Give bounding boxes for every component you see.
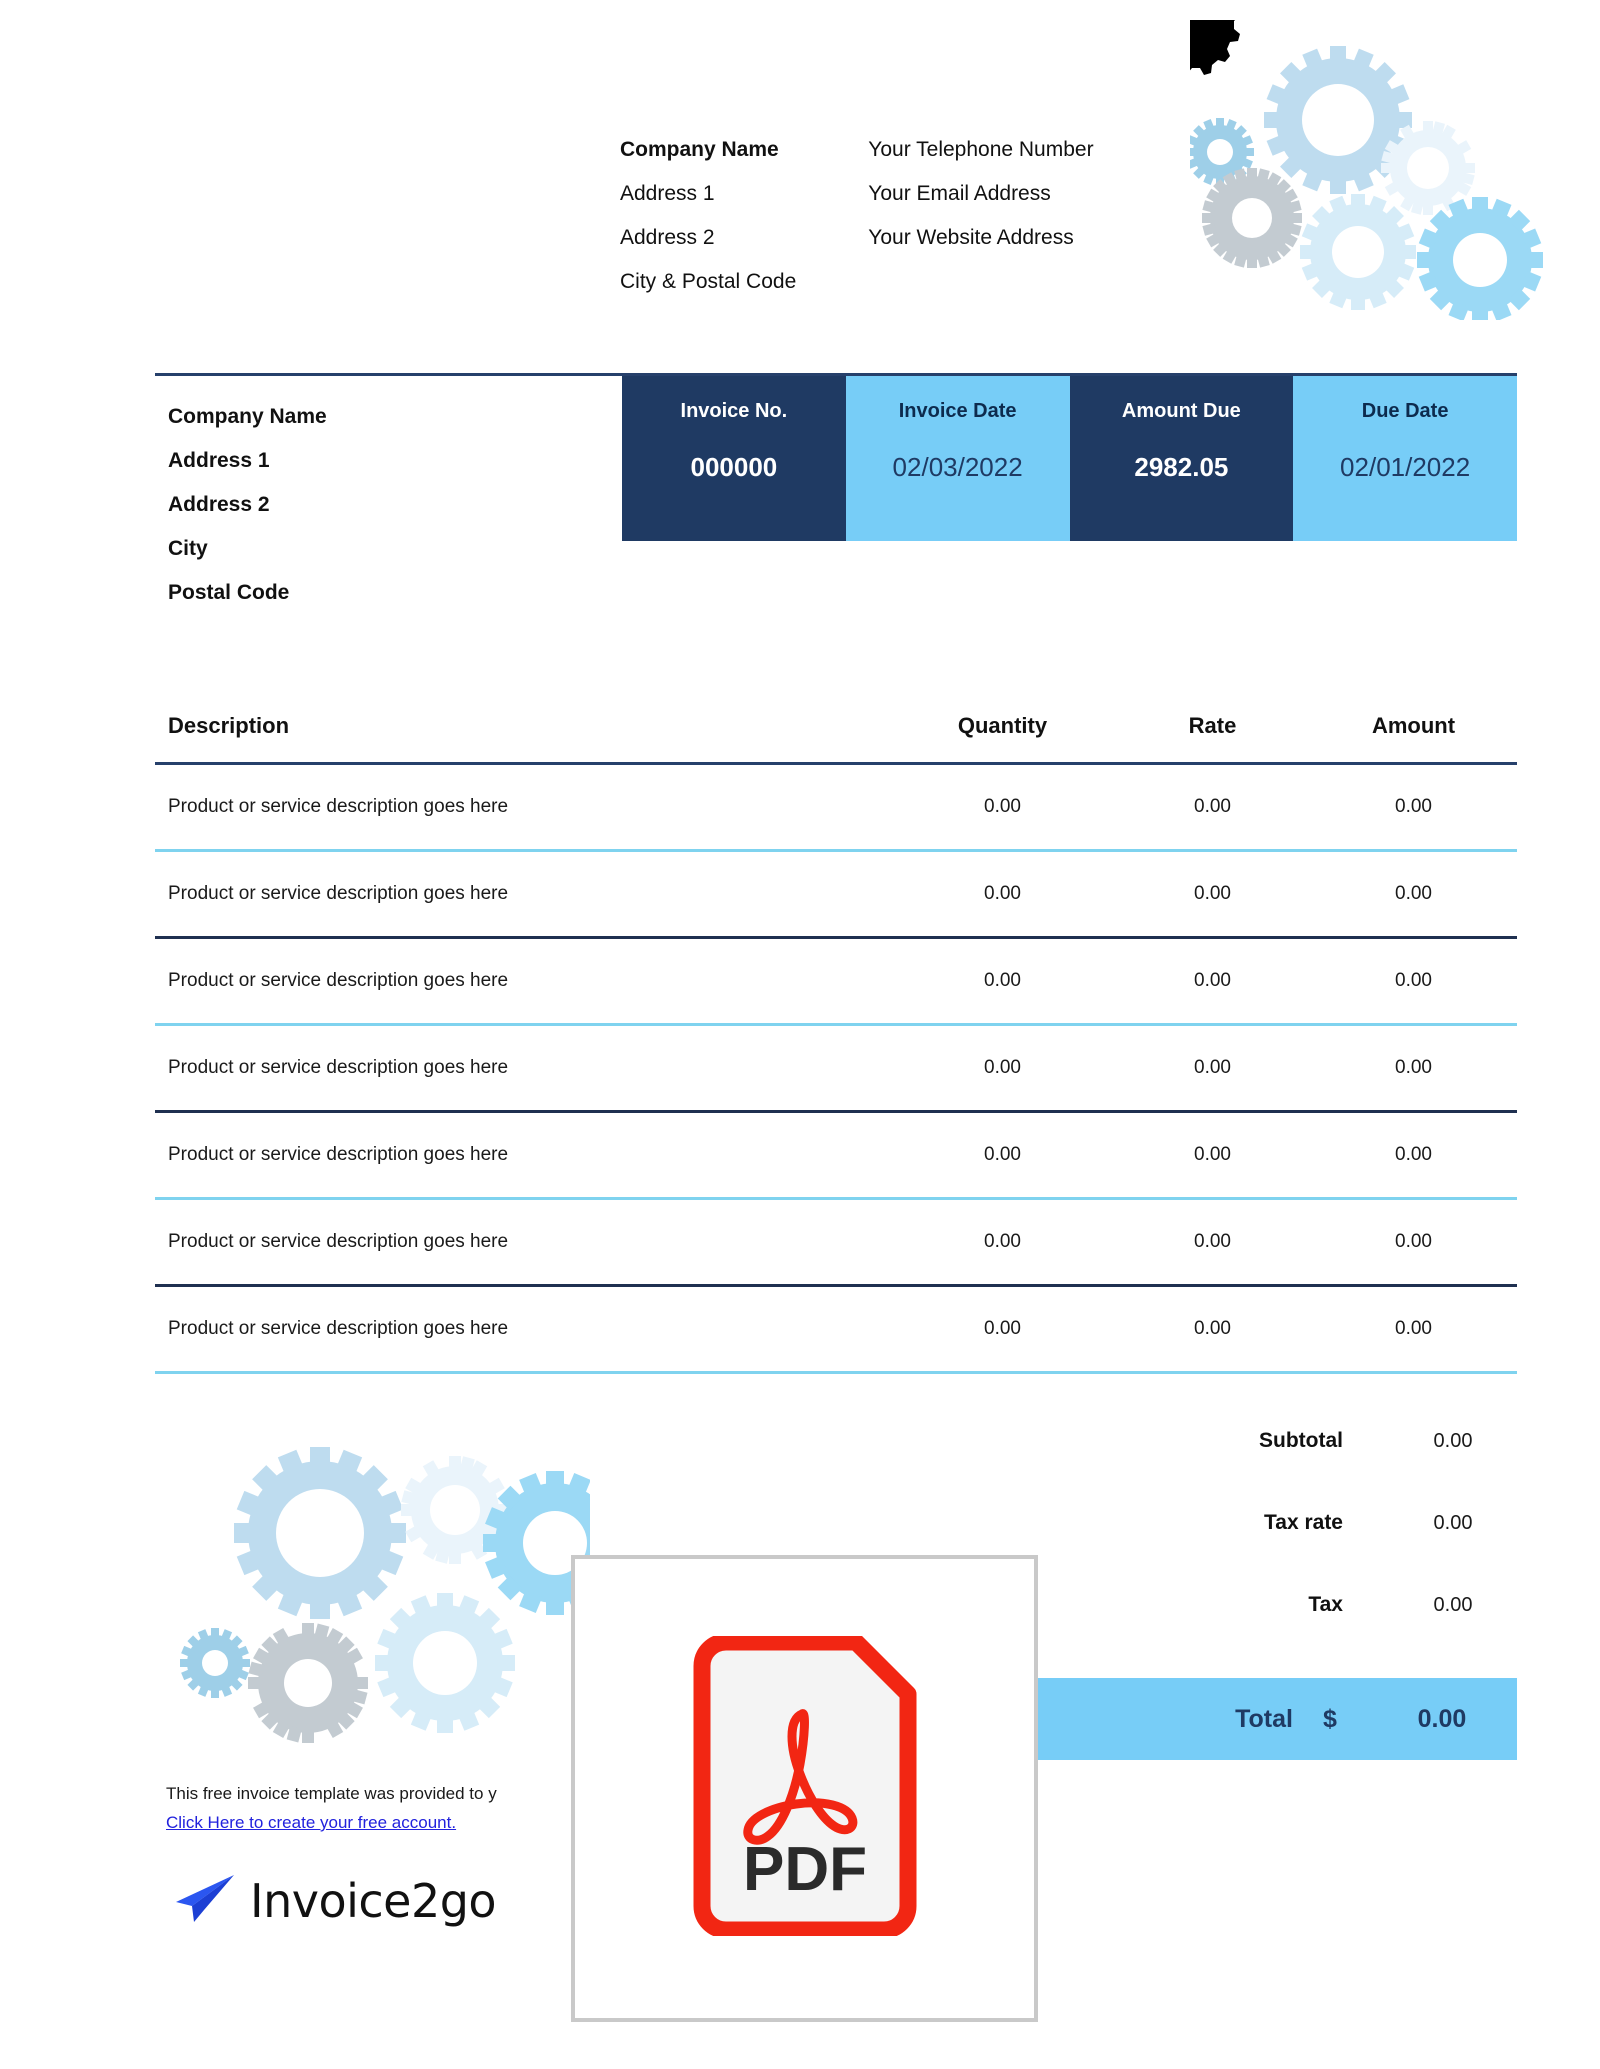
totals-value-tax: 0.00 xyxy=(1433,1593,1473,1616)
sender-address-1: Address 1 xyxy=(620,182,715,205)
totals-value-tax-rate: 0.00 xyxy=(1433,1511,1473,1534)
row-description: Product or service description goes here xyxy=(168,796,509,817)
row-rate: 0.00 xyxy=(1194,796,1231,817)
row-rate: 0.00 xyxy=(1194,883,1231,904)
table-header-row: Description Quantity Rate Amount xyxy=(155,690,1517,762)
meta-label-amount-due: Amount Due xyxy=(1121,400,1241,422)
gear-decoration-bottom-left xyxy=(160,1415,627,1745)
meta-label-due-date: Due Date xyxy=(1361,400,1449,422)
row-quantity: 0.00 xyxy=(984,970,1021,991)
row-quantity: 0.00 xyxy=(984,1144,1021,1165)
meta-cell-invoice-date: Invoice Date 02/03/2022 xyxy=(845,376,1070,541)
pdf-label: PDF xyxy=(743,1835,867,1904)
table-row: Product or service description goes here… xyxy=(155,765,1517,849)
meta-cell-invoice-no: Invoice No. 000000 xyxy=(622,376,846,541)
sender-city-postal: City & Postal Code xyxy=(620,270,797,293)
footer-note-text: This free invoice template was provided … xyxy=(166,1784,497,1803)
totals-row-tax: Tax 0.00 xyxy=(1035,1564,1517,1646)
column-header-rate: Rate xyxy=(1188,713,1237,738)
row-rate: 0.00 xyxy=(1194,1057,1231,1078)
billto-postal-code: Postal Code xyxy=(168,581,290,604)
sender-company-block: Company Name Address 1 Address 2 City & … xyxy=(620,128,796,304)
row-amount: 0.00 xyxy=(1395,970,1432,991)
line-items-table: Description Quantity Rate Amount Product… xyxy=(155,690,1517,1374)
row-description: Product or service description goes here xyxy=(168,970,509,991)
row-description: Product or service description goes here xyxy=(168,1144,509,1165)
sender-company-name: Company Name xyxy=(620,138,779,161)
sender-contact-details: Your Telephone Number Your Email Address… xyxy=(868,128,1093,304)
row-separator xyxy=(155,1371,1517,1374)
row-description: Product or service description goes here xyxy=(168,883,509,904)
meta-label-invoice-no: Invoice No. xyxy=(680,400,788,422)
row-rate: 0.00 xyxy=(1194,1144,1231,1165)
table-row: Product or service description goes here… xyxy=(155,1287,1517,1371)
meta-value-invoice-no: 000000 xyxy=(690,452,778,482)
row-quantity: 0.00 xyxy=(984,1231,1021,1252)
create-account-link[interactable]: Click Here to create your free account. xyxy=(166,1808,456,1838)
totals-value-subtotal: 0.00 xyxy=(1433,1429,1473,1452)
invoice-meta-strip: Invoice No. 000000 Invoice Date 02/03/20… xyxy=(622,376,1517,541)
total-value: 0.00 xyxy=(1417,1704,1467,1733)
totals-row-subtotal: Subtotal 0.00 xyxy=(1035,1400,1517,1482)
total-due-bar: Total $ 0.00 xyxy=(1035,1678,1517,1760)
totals-label-tax-rate: Tax rate xyxy=(1264,1511,1343,1534)
sender-website: Your Website Address xyxy=(868,226,1074,249)
sender-email: Your Email Address xyxy=(868,182,1051,205)
totals-row-tax-rate: Tax rate 0.00 xyxy=(1035,1482,1517,1564)
billto-city: City xyxy=(168,537,208,560)
table-row: Product or service description goes here… xyxy=(155,1200,1517,1284)
table-row: Product or service description goes here… xyxy=(155,939,1517,1023)
gear-decoration-top-right xyxy=(1148,0,1590,323)
totals-label-tax: Tax xyxy=(1308,1593,1343,1616)
meta-value-due-date: 02/01/2022 xyxy=(1340,452,1471,482)
row-amount: 0.00 xyxy=(1395,1144,1432,1165)
row-description: Product or service description goes here xyxy=(168,1231,509,1252)
row-rate: 0.00 xyxy=(1194,1318,1231,1339)
row-quantity: 0.00 xyxy=(984,796,1021,817)
row-rate: 0.00 xyxy=(1194,970,1231,991)
meta-cell-due-date: Due Date 02/01/2022 xyxy=(1293,376,1517,541)
row-amount: 0.00 xyxy=(1395,1057,1432,1078)
footer-block: This free invoice template was provided … xyxy=(166,1780,497,1838)
header-contact-block: Company Name Address 1 Address 2 City & … xyxy=(620,128,1094,304)
sender-telephone: Your Telephone Number xyxy=(868,138,1094,161)
column-header-quantity: Quantity xyxy=(957,713,1048,738)
column-header-amount: Amount xyxy=(1371,713,1456,738)
row-description: Product or service description goes here xyxy=(168,1057,509,1078)
row-quantity: 0.00 xyxy=(984,883,1021,904)
row-quantity: 0.00 xyxy=(984,1057,1021,1078)
table-row: Product or service description goes here… xyxy=(155,1026,1517,1110)
sender-address-2: Address 2 xyxy=(620,226,715,249)
billto-company-name: Company Name xyxy=(168,405,327,428)
brand-name-text: Invoice2go xyxy=(250,1873,497,1928)
pdf-document-icon: PDF xyxy=(680,1633,930,1941)
total-currency: $ xyxy=(1323,1704,1337,1733)
totals-label-subtotal: Subtotal xyxy=(1259,1429,1343,1452)
meta-label-invoice-date: Invoice Date xyxy=(898,400,1017,422)
paper-plane-icon xyxy=(166,1872,236,1929)
column-header-description: Description xyxy=(168,713,290,738)
brand-logo: Invoice2go xyxy=(166,1872,497,1929)
row-amount: 0.00 xyxy=(1395,883,1432,904)
meta-cell-amount-due: Amount Due 2982.05 xyxy=(1069,376,1294,541)
row-amount: 0.00 xyxy=(1395,796,1432,817)
meta-value-invoice-date: 02/03/2022 xyxy=(892,452,1023,482)
total-label: Total xyxy=(1235,1704,1293,1733)
bill-to-block: Company Name Address 1 Address 2 City Po… xyxy=(168,395,327,615)
row-amount: 0.00 xyxy=(1395,1318,1432,1339)
billto-address-1: Address 1 xyxy=(168,449,270,472)
row-quantity: 0.00 xyxy=(984,1318,1021,1339)
invoice-page: Company Name Address 1 Address 2 City & … xyxy=(0,0,1600,2069)
table-row: Product or service description goes here… xyxy=(155,852,1517,936)
meta-value-amount-due: 2982.05 xyxy=(1134,452,1229,482)
row-rate: 0.00 xyxy=(1194,1231,1231,1252)
totals-block: Subtotal 0.00 Tax rate 0.00 Tax 0.00 xyxy=(1035,1400,1517,1646)
pdf-preview-overlay[interactable]: PDF xyxy=(571,1555,1038,2022)
billto-address-2: Address 2 xyxy=(168,493,270,516)
row-amount: 0.00 xyxy=(1395,1231,1432,1252)
table-row: Product or service description goes here… xyxy=(155,1113,1517,1197)
row-description: Product or service description goes here xyxy=(168,1318,509,1339)
